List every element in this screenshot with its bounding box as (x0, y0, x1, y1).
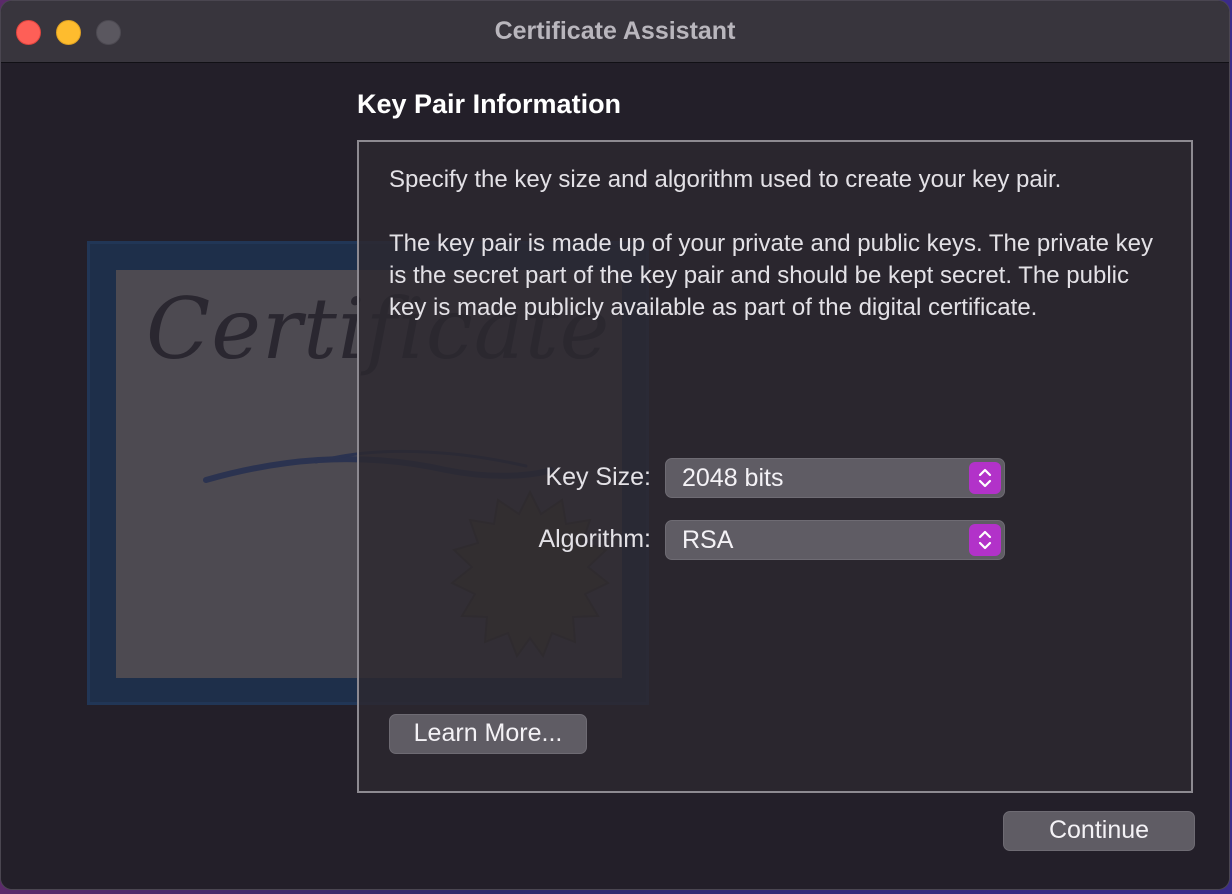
intro-text: Specify the key size and algorithm used … (389, 166, 1062, 193)
key-pair-panel: Specify the key size and algorithm used … (357, 140, 1193, 793)
description-text: The key pair is made up of your private … (389, 230, 1153, 321)
certificate-assistant-window: Certificate Assistant Certificate Key Pa… (0, 0, 1230, 890)
learn-more-button[interactable]: Learn More... (389, 714, 587, 754)
continue-button[interactable]: Continue (1003, 811, 1195, 851)
key-size-popup[interactable]: 2048 bits (665, 458, 1005, 498)
algorithm-popup[interactable]: RSA (665, 520, 1005, 560)
key-size-label: Key Size: (545, 463, 651, 491)
chevron-up-down-icon (969, 524, 1001, 556)
algorithm-label: Algorithm: (538, 525, 651, 553)
algorithm-value: RSA (682, 526, 734, 554)
chevron-up-down-icon (969, 462, 1001, 494)
window-content: Certificate Key Pair Information Specify… (1, 63, 1229, 889)
section-title: Key Pair Information (357, 89, 622, 119)
key-size-value: 2048 bits (682, 464, 784, 492)
title-bar[interactable]: Certificate Assistant (1, 1, 1229, 63)
window-title: Certificate Assistant (494, 17, 736, 45)
